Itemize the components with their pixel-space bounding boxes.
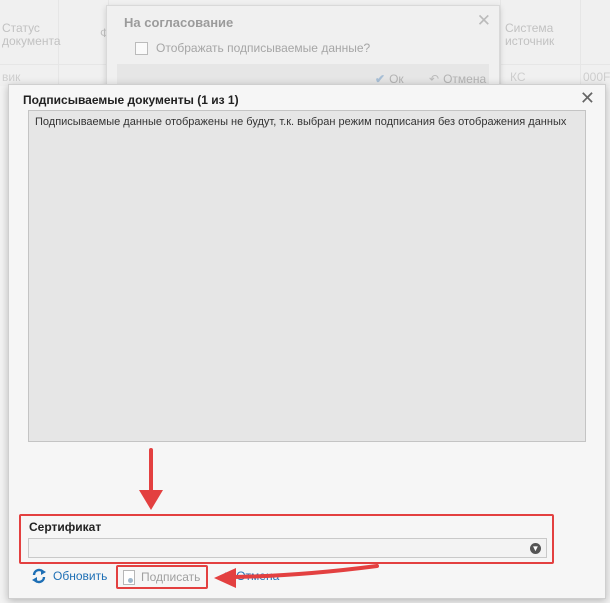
signed-data-panel: Подписываемые данные отображены не будут… xyxy=(28,110,586,442)
approval-dialog-title: На согласование xyxy=(124,15,234,30)
close-icon[interactable]: ✕ xyxy=(580,89,595,107)
show-data-checkbox[interactable] xyxy=(135,42,148,55)
approval-dialog: На согласование ✕ Отображать подписываем… xyxy=(106,5,500,93)
dialog-title: Подписываемые документы (1 из 1) xyxy=(23,93,239,107)
certificate-section: Сертификат ▼ xyxy=(19,514,554,564)
certificate-label: Сертификат xyxy=(29,520,102,534)
refresh-button[interactable]: Обновить xyxy=(31,563,107,589)
signed-data-message: Подписываемые данные отображены не будут… xyxy=(35,116,567,128)
close-icon[interactable]: ✕ xyxy=(477,12,491,29)
document-sign-icon xyxy=(123,569,135,585)
cancel-button-label: Отмена xyxy=(236,569,280,583)
chevron-down-icon[interactable]: ▼ xyxy=(530,543,541,554)
column-header-status-line2: документа xyxy=(2,34,61,48)
sign-button-label: Подписать xyxy=(141,570,201,584)
column-header-status: Статус документа xyxy=(2,22,61,48)
refresh-icon xyxy=(32,568,46,584)
refresh-button-label: Обновить xyxy=(53,569,108,583)
column-header-system-line2: источник xyxy=(505,34,555,48)
cancel-icon: ✖ xyxy=(223,570,233,583)
dialog-toolbar: Обновить Подписать ✖ Отмена xyxy=(9,563,605,593)
cancel-button[interactable]: ✖ Отмена xyxy=(223,563,279,589)
grid-cell-extra: 000F xyxy=(583,70,610,84)
signing-dialog: Подписываемые документы (1 из 1) ✕ Подпи… xyxy=(8,84,606,599)
grid-column-divider xyxy=(500,0,501,86)
grid-cell-system: КС xyxy=(510,70,526,84)
sign-button[interactable]: Подписать xyxy=(116,565,208,589)
column-header-system: Система источник xyxy=(505,22,554,48)
grid-cell-status: вик xyxy=(2,70,21,84)
certificate-select[interactable]: ▼ xyxy=(28,538,547,558)
grid-column-divider xyxy=(580,0,581,86)
show-data-label: Отображать подписываемые данные? xyxy=(156,41,371,55)
